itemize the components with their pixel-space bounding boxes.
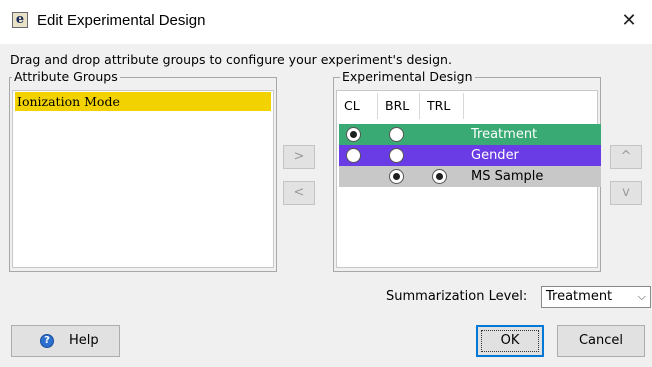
ok-button-label: OK (500, 333, 520, 348)
attribute-groups-legend: Attribute Groups (12, 69, 120, 85)
e-app-icon: e (12, 12, 28, 28)
column-separator (419, 93, 420, 119)
column-header-brl: BRL (385, 93, 410, 119)
brl-radio-gender[interactable] (389, 148, 404, 163)
move-left-button[interactable]: < (283, 181, 315, 205)
column-header-trl: TRL (427, 93, 451, 119)
dialog-title: Edit Experimental Design (37, 12, 206, 29)
edit-experimental-design-dialog: e Edit Experimental Design ✕ Drag and dr… (0, 0, 652, 367)
experimental-design-group: Experimental Design CL BRL TRL Treatment… (333, 69, 601, 272)
experimental-design-legend: Experimental Design (340, 69, 475, 85)
attribute-groups-group: Attribute Groups Ionization Mode (9, 69, 277, 272)
close-icon[interactable]: ✕ (614, 8, 644, 34)
brl-radio-ms-sample[interactable] (389, 169, 404, 184)
list-item-ionization-mode[interactable]: Ionization Mode (15, 92, 271, 111)
help-button[interactable]: ? Help (11, 325, 120, 357)
attribute-groups-list[interactable]: Ionization Mode (12, 90, 274, 268)
design-row-gender[interactable]: Gender (339, 145, 601, 166)
cancel-button[interactable]: Cancel (557, 325, 645, 357)
instruction-text: Drag and drop attribute groups to config… (10, 52, 452, 67)
summarization-level-label: Summarization Level: (386, 289, 528, 304)
help-button-label: Help (69, 333, 99, 348)
cl-radio-gender[interactable] (346, 148, 361, 163)
help-icon: ? (40, 334, 54, 348)
column-separator (463, 93, 464, 119)
move-up-button[interactable]: ^ (610, 145, 642, 169)
summarization-level-value: Treatment (546, 289, 613, 304)
design-row-treatment[interactable]: Treatment (339, 124, 601, 145)
column-header-cl: CL (344, 93, 360, 119)
row-label-treatment: Treatment (471, 127, 538, 142)
row-label-gender: Gender (471, 148, 519, 163)
move-down-button[interactable]: v (610, 181, 642, 205)
column-separator (377, 93, 378, 119)
chevron-down-icon: ⌵ (637, 290, 646, 303)
summarization-level-select[interactable]: Treatment ⌵ (541, 286, 651, 308)
cl-radio-treatment[interactable] (346, 127, 361, 142)
design-row-ms-sample[interactable]: MS Sample (339, 166, 601, 187)
experimental-design-table[interactable]: CL BRL TRL Treatment Gender MS Sample (336, 90, 601, 268)
row-label-ms-sample: MS Sample (471, 169, 544, 184)
trl-radio-ms-sample[interactable] (432, 169, 447, 184)
title-bar: e Edit Experimental Design ✕ (0, 0, 652, 44)
move-right-button[interactable]: > (283, 145, 315, 169)
brl-radio-treatment[interactable] (389, 127, 404, 142)
ok-button[interactable]: OK (476, 325, 544, 357)
